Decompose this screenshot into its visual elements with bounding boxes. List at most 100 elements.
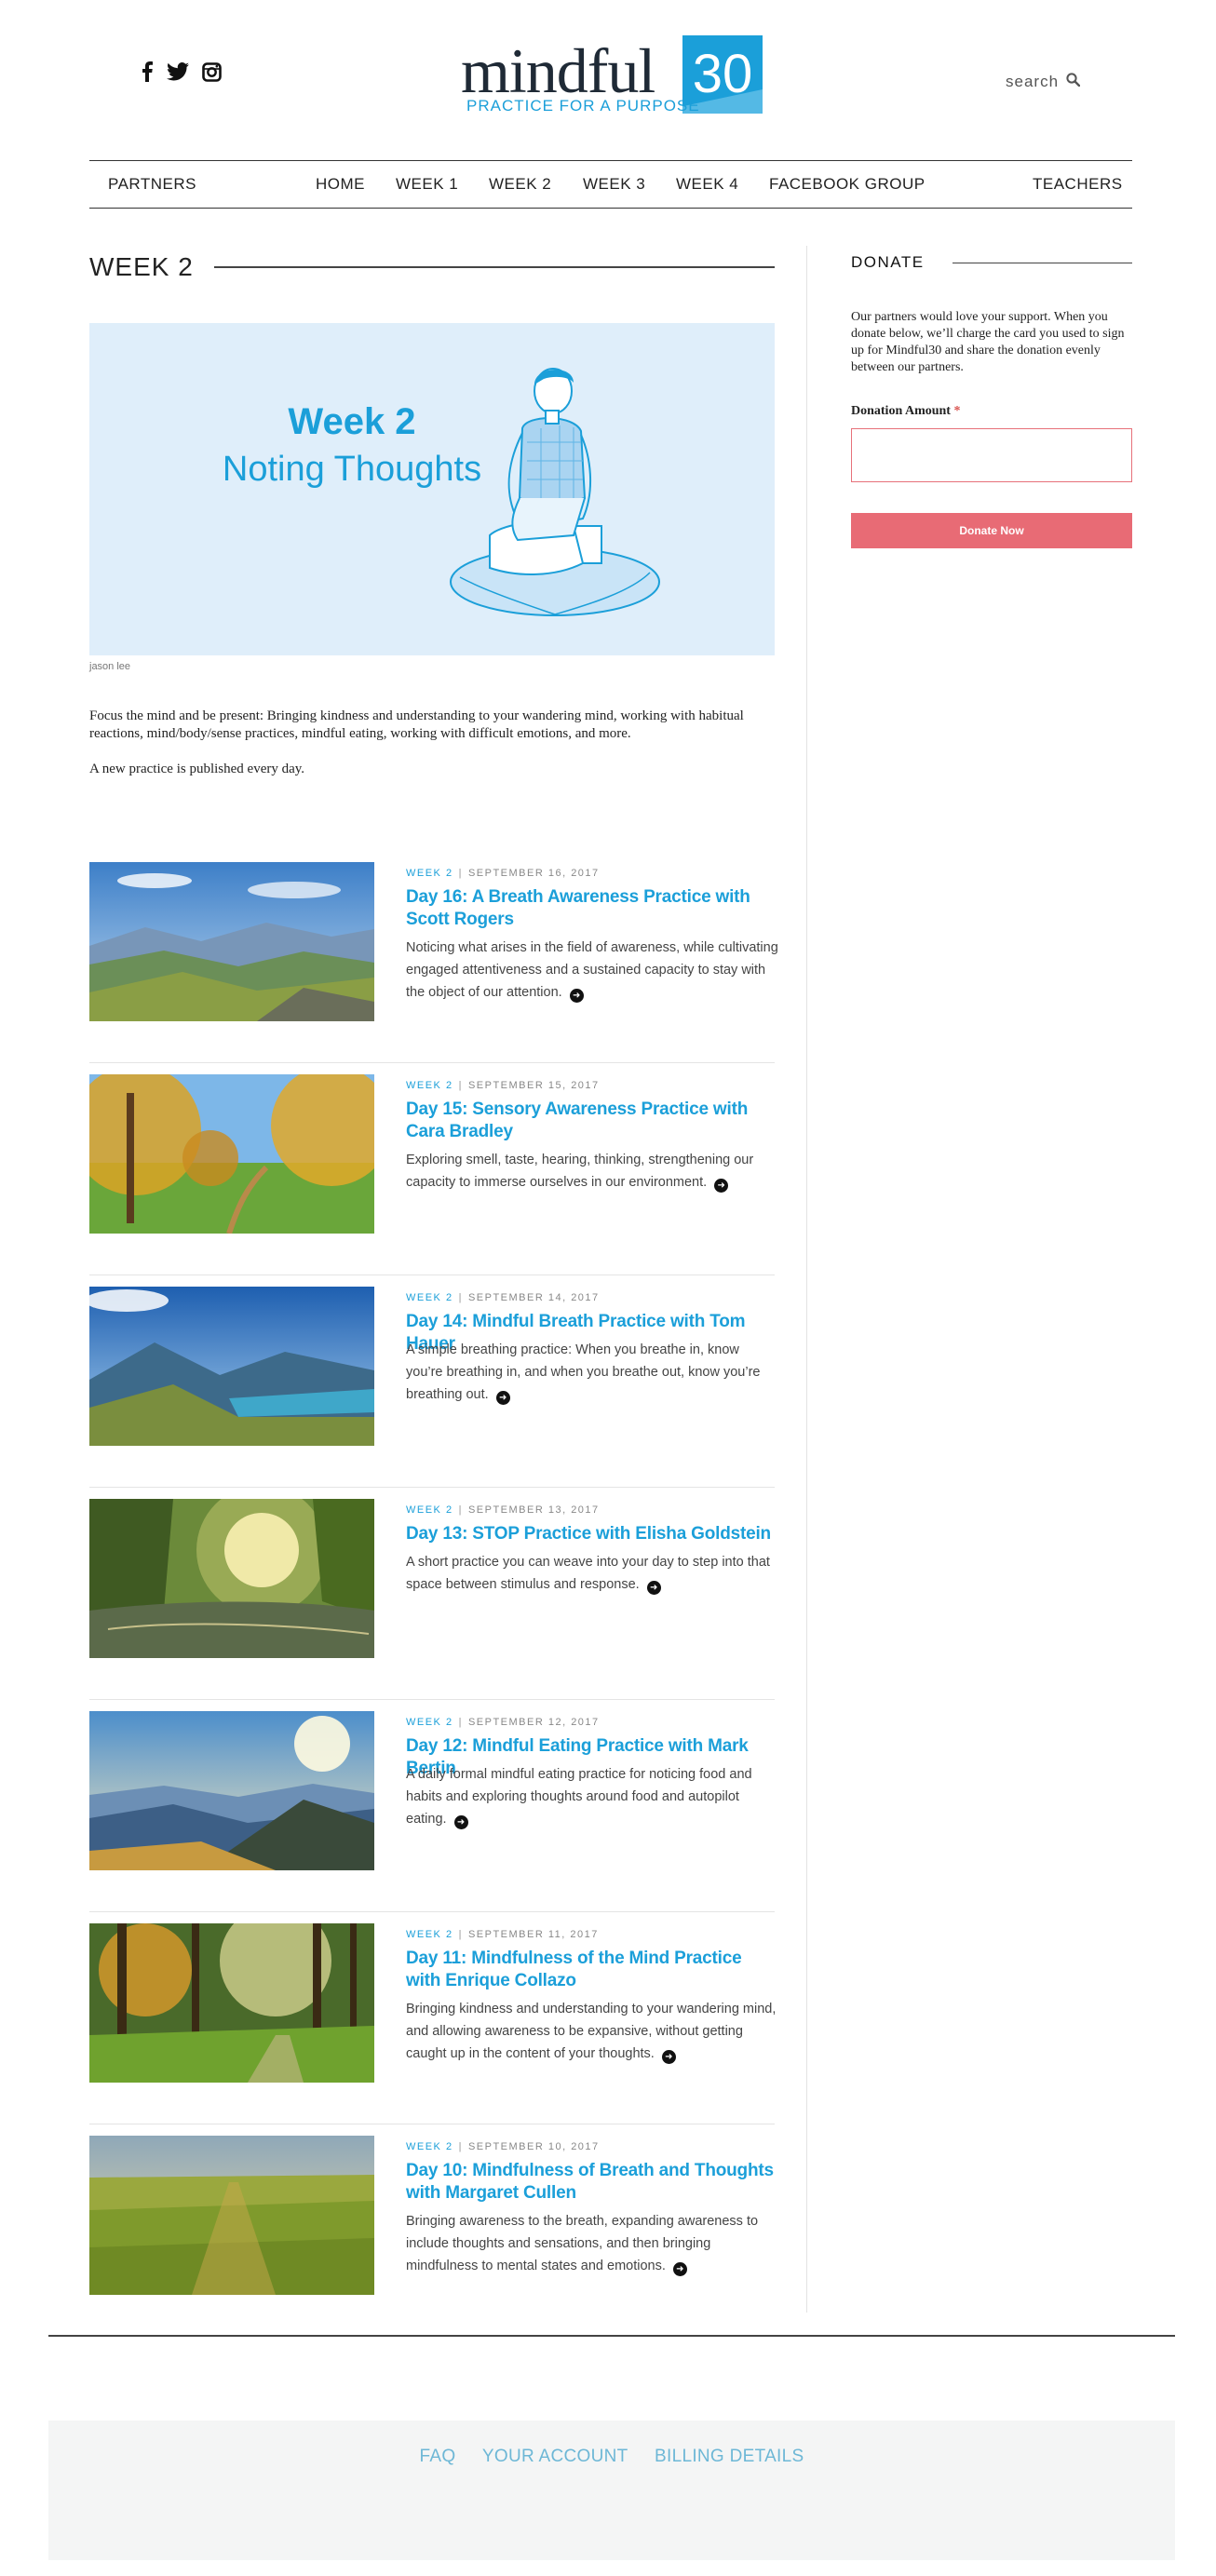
twitter-icon[interactable] xyxy=(167,62,189,86)
facebook-icon[interactable] xyxy=(141,61,154,87)
donation-amount-label: Donation Amount * xyxy=(851,404,961,418)
post-item: WEEK 2 | SEPTEMBER 16, 2017 Day 16: A Brea… xyxy=(89,851,778,1063)
intro-text: Focus the mind and be present: Bringing … xyxy=(89,708,775,796)
page-title: WEEK 2 xyxy=(89,252,194,281)
footer-rule xyxy=(48,2335,1175,2337)
donate-now-button[interactable]: Donate Now xyxy=(851,513,1132,548)
title-rule xyxy=(213,266,775,268)
nav-item-partners[interactable]: PARTNERS xyxy=(108,161,196,208)
post-meta: WEEK 2 | SEPTEMBER 10, 2017 xyxy=(406,2141,600,2152)
nav-item-week-2[interactable]: WEEK 2 xyxy=(489,161,551,208)
post-title[interactable]: Day 16: A Breath Awareness Practice with… xyxy=(406,886,778,931)
post-thumbnail[interactable] xyxy=(89,862,374,1021)
nav-item-home[interactable]: HOME xyxy=(316,161,365,208)
page: mindful 30 PRACTICE FOR A PURPOSE search… xyxy=(0,0,1216,2576)
post-list: WEEK 2 | SEPTEMBER 16, 2017 Day 16: A Brea… xyxy=(89,851,778,2337)
nav-item-week-4[interactable]: WEEK 4 xyxy=(676,161,738,208)
post-thumbnail[interactable] xyxy=(89,1499,374,1658)
post-category[interactable]: WEEK 2 xyxy=(406,1717,453,1728)
post-thumbnail[interactable] xyxy=(89,1923,374,2083)
sidebar-divider xyxy=(806,246,807,2313)
footer-link-faq[interactable]: FAQ xyxy=(420,2447,456,2467)
post-thumbnail[interactable] xyxy=(89,1287,374,1446)
post-category[interactable]: WEEK 2 xyxy=(406,1504,453,1516)
page-title-row: WEEK 2 xyxy=(89,244,775,290)
donate-blurb: Our partners would love your support. Wh… xyxy=(851,310,1125,374)
post-meta: WEEK 2 | SEPTEMBER 12, 2017 xyxy=(406,1717,600,1728)
post-thumbnail[interactable] xyxy=(89,1711,374,1870)
donate-heading-row: DONATE xyxy=(851,244,1132,281)
intro-paragraph: Focus the mind and be present: Bringing … xyxy=(89,708,744,741)
read-more-arrow-icon[interactable]: ➜ xyxy=(714,1179,729,1193)
footer-link-your-account[interactable]: YOUR ACCOUNT xyxy=(482,2447,628,2467)
post-item: WEEK 2 | SEPTEMBER 12, 2017 Day 12: Mindfu… xyxy=(89,1700,775,1912)
required-mark: * xyxy=(953,404,961,418)
site-header: mindful 30 PRACTICE FOR A PURPOSE search xyxy=(0,0,1216,158)
post-item: WEEK 2 | SEPTEMBER 11, 2017 Day 11: Mindfu… xyxy=(89,1912,778,2124)
social-links xyxy=(141,61,222,87)
post-date: SEPTEMBER 14, 2017 xyxy=(467,1292,600,1303)
post-meta: WEEK 2 | SEPTEMBER 14, 2017 xyxy=(406,1292,600,1303)
post-excerpt: A simple breathing practice: When you br… xyxy=(406,1342,761,1405)
read-more-arrow-icon[interactable]: ➜ xyxy=(661,2050,676,2064)
site-logo[interactable]: mindful 30 PRACTICE FOR A PURPOSE xyxy=(461,34,763,117)
main-content: WEEK 2 Week 2 Noting Thoughts jason lee … xyxy=(89,244,778,2337)
site-footer: FAQ YOUR ACCOUNT BILLING DETAILS xyxy=(48,2421,1175,2560)
post-meta: WEEK 2 | SEPTEMBER 11, 2017 xyxy=(406,1929,599,1940)
nav-item-week-1[interactable]: WEEK 1 xyxy=(396,161,458,208)
post-category[interactable]: WEEK 2 xyxy=(406,1292,453,1303)
post-category[interactable]: WEEK 2 xyxy=(406,1929,453,1940)
post-category[interactable]: WEEK 2 xyxy=(406,2141,453,2152)
post-title[interactable]: Day 13: STOP Practice with Elisha Goldst… xyxy=(406,1523,778,1545)
post-item: WEEK 2 | SEPTEMBER 15, 2017 Day 15: Sensor… xyxy=(89,1063,775,1275)
hero-banner: Week 2 Noting Thoughts xyxy=(89,323,775,655)
post-date: SEPTEMBER 10, 2017 xyxy=(467,2141,600,2152)
post-item: WEEK 2 | SEPTEMBER 13, 2017 Day 13: STOP P… xyxy=(89,1488,775,1700)
post-excerpt: Bringing kindness and understanding to y… xyxy=(406,2002,777,2064)
post-title[interactable]: Day 11: Mindfulness of the Mind Practice… xyxy=(406,1948,778,1992)
logo-number-box: 30 xyxy=(682,35,763,114)
post-date: SEPTEMBER 15, 2017 xyxy=(467,1080,600,1091)
post-item: WEEK 2 | SEPTEMBER 10, 2017 Day 10: Mindfu… xyxy=(89,2124,775,2337)
read-more-arrow-icon[interactable]: ➜ xyxy=(495,1391,510,1405)
search-label: search xyxy=(1006,73,1060,90)
read-more-arrow-icon[interactable]: ➜ xyxy=(672,2262,687,2276)
hero-credit: jason lee xyxy=(89,661,131,672)
post-category[interactable]: WEEK 2 xyxy=(406,1080,453,1091)
intro-paragraph: A new practice is published every day. xyxy=(89,762,305,776)
donate-sidebar: DONATE Our partners would love your supp… xyxy=(851,244,1132,548)
post-thumbnail[interactable] xyxy=(89,1074,374,1234)
post-date: SEPTEMBER 12, 2017 xyxy=(467,1717,600,1728)
post-excerpt: A short practice you can weave into your… xyxy=(406,1555,770,1595)
post-excerpt: Exploring smell, taste, hearing, thinkin… xyxy=(406,1153,754,1193)
post-meta: WEEK 2 | SEPTEMBER 16, 2017 xyxy=(406,868,600,879)
post-item: WEEK 2 | SEPTEMBER 14, 2017 Day 14: Mindfu… xyxy=(89,1275,775,1488)
post-date: SEPTEMBER 13, 2017 xyxy=(467,1504,600,1516)
post-date: SEPTEMBER 11, 2017 xyxy=(467,1929,599,1940)
footer-link-billing-details[interactable]: BILLING DETAILS xyxy=(655,2447,804,2467)
instagram-icon[interactable] xyxy=(202,61,222,87)
nav-item-teachers[interactable]: TEACHERS xyxy=(1033,161,1123,208)
post-excerpt: Bringing awareness to the breath, expand… xyxy=(406,2214,759,2276)
post-category[interactable]: WEEK 2 xyxy=(406,868,453,879)
logo-tagline: PRACTICE FOR A PURPOSE xyxy=(466,97,700,115)
footer-links: FAQ YOUR ACCOUNT BILLING DETAILS xyxy=(48,2447,1175,2467)
post-title[interactable]: Day 10: Mindfulness of Breath and Though… xyxy=(406,2160,778,2205)
post-excerpt: Noticing what arises in the field of awa… xyxy=(406,940,778,1003)
search-toggle[interactable]: search xyxy=(1006,73,1081,91)
read-more-arrow-icon[interactable]: ➜ xyxy=(569,989,584,1003)
post-meta: WEEK 2 | SEPTEMBER 13, 2017 xyxy=(406,1504,600,1516)
post-meta: WEEK 2 | SEPTEMBER 15, 2017 xyxy=(406,1080,600,1091)
post-excerpt: A daily formal mindful eating practice f… xyxy=(406,1767,752,1829)
read-more-arrow-icon[interactable]: ➜ xyxy=(453,1815,468,1829)
meditating-person-illustration xyxy=(450,368,660,616)
read-more-arrow-icon[interactable]: ➜ xyxy=(646,1581,661,1595)
donation-amount-input[interactable] xyxy=(851,428,1132,482)
main-nav: PARTNERS HOME WEEK 1 WEEK 2 WEEK 3 WEEK … xyxy=(89,160,1132,209)
nav-item-week-3[interactable]: WEEK 3 xyxy=(583,161,645,208)
post-date: SEPTEMBER 16, 2017 xyxy=(467,868,600,879)
post-title[interactable]: Day 15: Sensory Awareness Practice with … xyxy=(406,1099,778,1143)
nav-item-facebook-group[interactable]: FACEBOOK GROUP xyxy=(769,161,926,208)
search-icon xyxy=(1066,73,1081,91)
post-thumbnail[interactable] xyxy=(89,2136,374,2295)
